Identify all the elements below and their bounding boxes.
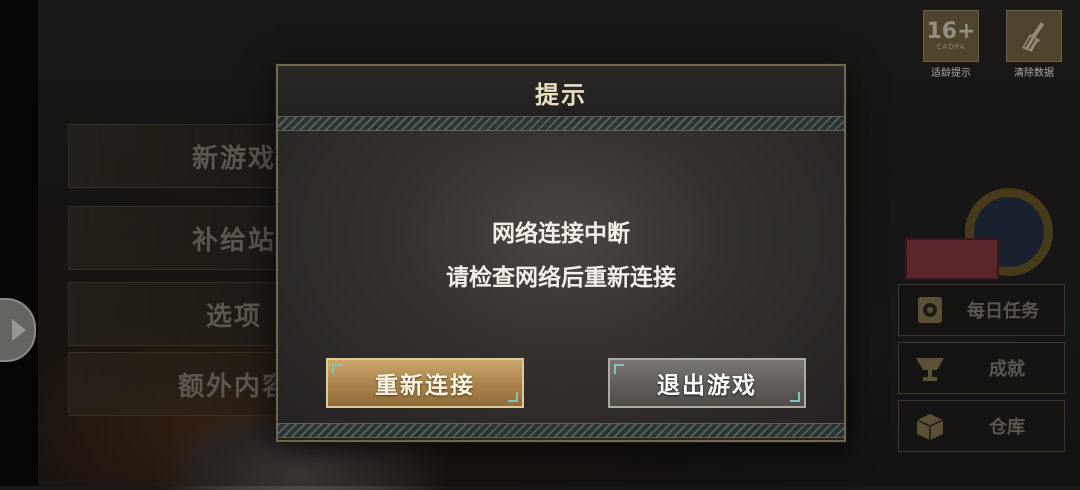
network-alert-dialog: 提示 网络连接中断 请检查网络后重新连接 重新连接 退出游戏 xyxy=(276,64,846,442)
corner-ornament xyxy=(508,392,518,402)
corner-ornament xyxy=(790,392,800,402)
dialog-message-line2: 请检查网络后重新连接 xyxy=(446,265,676,291)
dialog-bottom-ornament xyxy=(278,423,844,438)
reconnect-button[interactable]: 重新连接 xyxy=(326,358,524,408)
reconnect-label: 重新连接 xyxy=(375,373,475,399)
dialog-message-line1: 网络连接中断 xyxy=(492,221,630,247)
dialog-title: 提示 xyxy=(535,80,587,109)
exit-game-label: 退出游戏 xyxy=(657,373,757,399)
corner-ornament xyxy=(332,364,342,374)
dialog-header: 提示 xyxy=(278,66,844,118)
corner-ornament xyxy=(614,364,624,374)
dialog-top-ornament xyxy=(278,116,844,131)
exit-game-button[interactable]: 退出游戏 xyxy=(608,358,806,408)
